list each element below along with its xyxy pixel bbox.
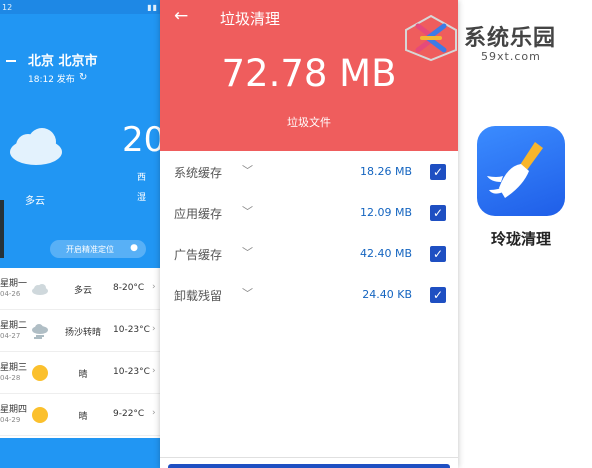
forecast-condition: 多云 bbox=[73, 286, 92, 296]
category-checkbox[interactable]: ✓ bbox=[430, 164, 446, 180]
broom-graphic bbox=[487, 142, 543, 198]
chevron-right-icon: › bbox=[152, 366, 156, 376]
junk-category-row[interactable]: 应用缓存 ﹀ 12.09 MB ✓ bbox=[160, 193, 458, 234]
page-title: 垃圾清理 bbox=[220, 10, 281, 28]
sun-icon bbox=[32, 365, 48, 381]
sandstorm-icon bbox=[32, 324, 48, 339]
chevron-right-icon: › bbox=[152, 408, 156, 418]
current-temperature: 20 bbox=[122, 120, 162, 160]
category-label: 系统缓存 bbox=[174, 166, 223, 180]
weather-footer bbox=[0, 438, 162, 468]
status-time: 12 bbox=[2, 3, 13, 12]
category-checkbox[interactable]: ✓ bbox=[430, 287, 446, 303]
forecast-range: 10-23°C bbox=[113, 325, 150, 335]
junk-category-row[interactable]: 系统缓存 ﹀ 18.26 MB ✓ bbox=[160, 152, 458, 193]
app-name: 玲珑清理 bbox=[490, 230, 551, 248]
forecast-day: 星期二 bbox=[0, 321, 28, 331]
chevron-down-icon[interactable]: ﹀ bbox=[242, 203, 253, 219]
watermark-name: 系统乐园 bbox=[464, 26, 557, 51]
chevron-down-icon[interactable]: ﹀ bbox=[242, 285, 253, 301]
status-bar: 12 ▮▮ bbox=[0, 0, 162, 14]
forecast-day: 星期四 bbox=[0, 405, 28, 415]
junk-subtitle: 垃圾文件 bbox=[287, 116, 331, 129]
clean-button[interactable] bbox=[168, 464, 450, 468]
city-name: 北京 北京市 bbox=[28, 54, 98, 69]
forecast-range: 8-20°C bbox=[113, 283, 145, 293]
forecast-row[interactable]: 星期三 04-28 晴 10-23°C › bbox=[0, 352, 162, 394]
sun-icon bbox=[32, 407, 48, 423]
signal-icon: ▮▮ bbox=[147, 3, 158, 12]
category-label: 广告缓存 bbox=[174, 248, 223, 262]
forecast-day: 星期一 bbox=[0, 279, 28, 289]
forecast-row[interactable]: 星期四 04-29 晴 9-22°C › bbox=[0, 394, 162, 436]
forecast-list: 星期一 04-26 多云 8-20°C › 星期二 04-27 扬沙转晴 10-… bbox=[0, 268, 162, 438]
category-checkbox[interactable]: ✓ bbox=[430, 246, 446, 262]
humidity-label: 湿 bbox=[137, 193, 147, 203]
forecast-day: 星期三 bbox=[0, 363, 28, 373]
chevron-right-icon: › bbox=[152, 324, 156, 334]
cloud-icon bbox=[10, 128, 62, 165]
current-condition: 多云 bbox=[25, 196, 45, 207]
category-size: 24.40 KB bbox=[362, 288, 412, 301]
forecast-range: 10-23°C bbox=[113, 367, 150, 377]
refresh-icon[interactable]: ↻ bbox=[79, 72, 87, 83]
forecast-condition: 晴 bbox=[78, 370, 88, 380]
forecast-row[interactable]: 星期一 04-26 多云 8-20°C › bbox=[0, 268, 162, 310]
forecast-date: 04-29 bbox=[0, 416, 21, 424]
junk-category-row[interactable]: 卸载残留 ﹀ 24.40 KB ✓ bbox=[160, 275, 458, 316]
site-logo-icon bbox=[405, 14, 457, 62]
forecast-range: 9-22°C bbox=[113, 409, 145, 419]
chevron-down-icon[interactable]: ﹀ bbox=[242, 162, 253, 178]
forecast-condition: 扬沙转晴 bbox=[64, 328, 101, 338]
category-size: 18.26 MB bbox=[359, 165, 412, 178]
forecast-date: 04-27 bbox=[0, 332, 21, 340]
cleaner-screen: ← 垃圾清理 72.78 MB 垃圾文件 系统缓存 ﹀ 18.26 MB ✓ 应… bbox=[160, 0, 458, 468]
weather-screen: 12 ▮▮ 北京 北京市 18:12 发布 ↻ 20 西 湿 多云 开启精准定位… bbox=[0, 0, 162, 468]
weather-header: 12 ▮▮ 北京 北京市 18:12 发布 ↻ 20 西 湿 多云 开启精准定位… bbox=[0, 0, 162, 268]
category-label: 卸载残留 bbox=[174, 289, 223, 303]
category-label: 应用缓存 bbox=[174, 207, 223, 221]
broom-icon[interactable] bbox=[477, 126, 565, 216]
menu-icon[interactable] bbox=[6, 60, 16, 62]
locate-button-label: 开启精准定位 bbox=[66, 245, 114, 254]
forecast-row[interactable]: 星期二 04-27 扬沙转晴 10-23°C › bbox=[0, 310, 162, 352]
junk-category-row[interactable]: 广告缓存 ﹀ 42.40 MB ✓ bbox=[160, 234, 458, 275]
forecast-condition: 晴 bbox=[78, 412, 88, 422]
footer-divider bbox=[160, 457, 458, 458]
category-checkbox[interactable]: ✓ bbox=[430, 205, 446, 221]
category-size: 12.09 MB bbox=[359, 206, 412, 219]
category-size: 42.40 MB bbox=[359, 247, 412, 260]
forecast-date: 04-28 bbox=[0, 374, 21, 382]
back-arrow-icon[interactable]: ← bbox=[174, 6, 188, 26]
chevron-right-icon: › bbox=[152, 282, 156, 292]
update-time: 18:12 发布 bbox=[28, 75, 75, 85]
watermark-url: 59xt.com bbox=[481, 50, 541, 63]
forecast-date: 04-26 bbox=[0, 290, 21, 298]
wind-label: 西 bbox=[137, 173, 147, 183]
locate-button[interactable]: 开启精准定位 ● bbox=[50, 240, 146, 258]
cloud-icon bbox=[32, 284, 48, 295]
chevron-down-icon[interactable]: ﹀ bbox=[242, 244, 253, 260]
location-pin-icon: ● bbox=[130, 243, 138, 253]
side-panel-edge bbox=[0, 200, 4, 258]
